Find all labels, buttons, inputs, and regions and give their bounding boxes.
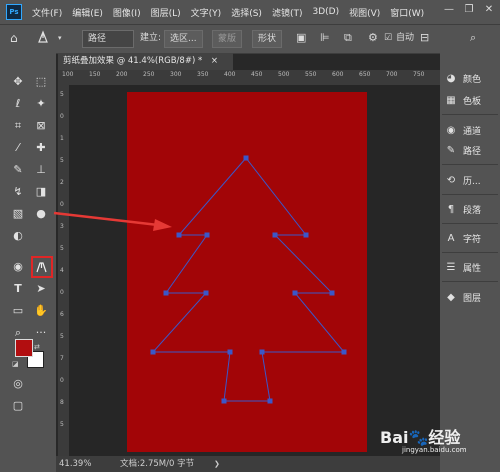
paw-icon: 🐾: [408, 428, 429, 447]
swatches-icon: ▦: [446, 94, 456, 106]
panel-label: 字符: [463, 234, 482, 245]
status-menu-icon[interactable]: ❯: [214, 456, 220, 472]
document-info[interactable]: 文档:2.75M/0 字节: [120, 456, 194, 472]
panel-divider: [442, 281, 498, 282]
panel-properties[interactable]: ☰ 属性: [444, 257, 498, 277]
paths-icon: ✎: [446, 144, 456, 156]
status-bar: 41.39% 文档:2.75M/0 字节 ❯: [56, 456, 440, 472]
channels-icon: ◉: [446, 124, 456, 136]
panel-divider: [442, 164, 498, 165]
panel-character[interactable]: A 字符: [444, 228, 498, 248]
panel-divider: [442, 194, 498, 195]
panel-paragraph[interactable]: ¶ 段落: [444, 199, 498, 219]
paragraph-icon: ¶: [447, 203, 455, 215]
panel-label: 颜色: [463, 74, 482, 85]
panel-channels[interactable]: ◉ 通道: [444, 120, 498, 140]
watermark-suffix: 经验: [428, 428, 461, 447]
baidu-watermark: Bai🐾经验 jingyan.baidu.com: [380, 424, 467, 454]
panel-label: 路径: [463, 146, 482, 157]
panel-swatches[interactable]: ▦ 色板: [444, 90, 498, 110]
panel-color[interactable]: ◕ 颜色: [444, 68, 498, 88]
zoom-level[interactable]: 41.39%: [59, 456, 91, 472]
history-icon: ⟲: [446, 174, 456, 186]
panel-label: 历...: [463, 176, 481, 187]
layers-icon: ◆: [447, 291, 455, 303]
properties-icon: ☰: [446, 261, 456, 273]
panel-divider: [442, 252, 498, 253]
panel-history[interactable]: ⟲ 历...: [444, 170, 498, 190]
watermark-brand: Bai: [380, 428, 409, 447]
panel-label: 通道: [463, 126, 482, 137]
annotation-arrow: [53, 211, 172, 231]
panel-divider: [442, 223, 498, 224]
watermark-url: jingyan.baidu.com: [402, 446, 467, 454]
character-icon: A: [447, 232, 455, 244]
panel-label: 段落: [463, 205, 482, 216]
panel-label: 属性: [463, 263, 482, 274]
panel-divider: [442, 114, 498, 115]
panel-label: 色板: [463, 96, 482, 107]
panel-layers[interactable]: ◆ 图层: [444, 287, 498, 307]
color-palette-icon: ◕: [446, 72, 456, 84]
anchor-points: [150, 155, 347, 404]
path-overlay: [53, 155, 347, 404]
panel-paths[interactable]: ✎ 路径: [444, 140, 498, 160]
panel-label: 图层: [463, 293, 482, 304]
tree-path: [151, 157, 346, 402]
